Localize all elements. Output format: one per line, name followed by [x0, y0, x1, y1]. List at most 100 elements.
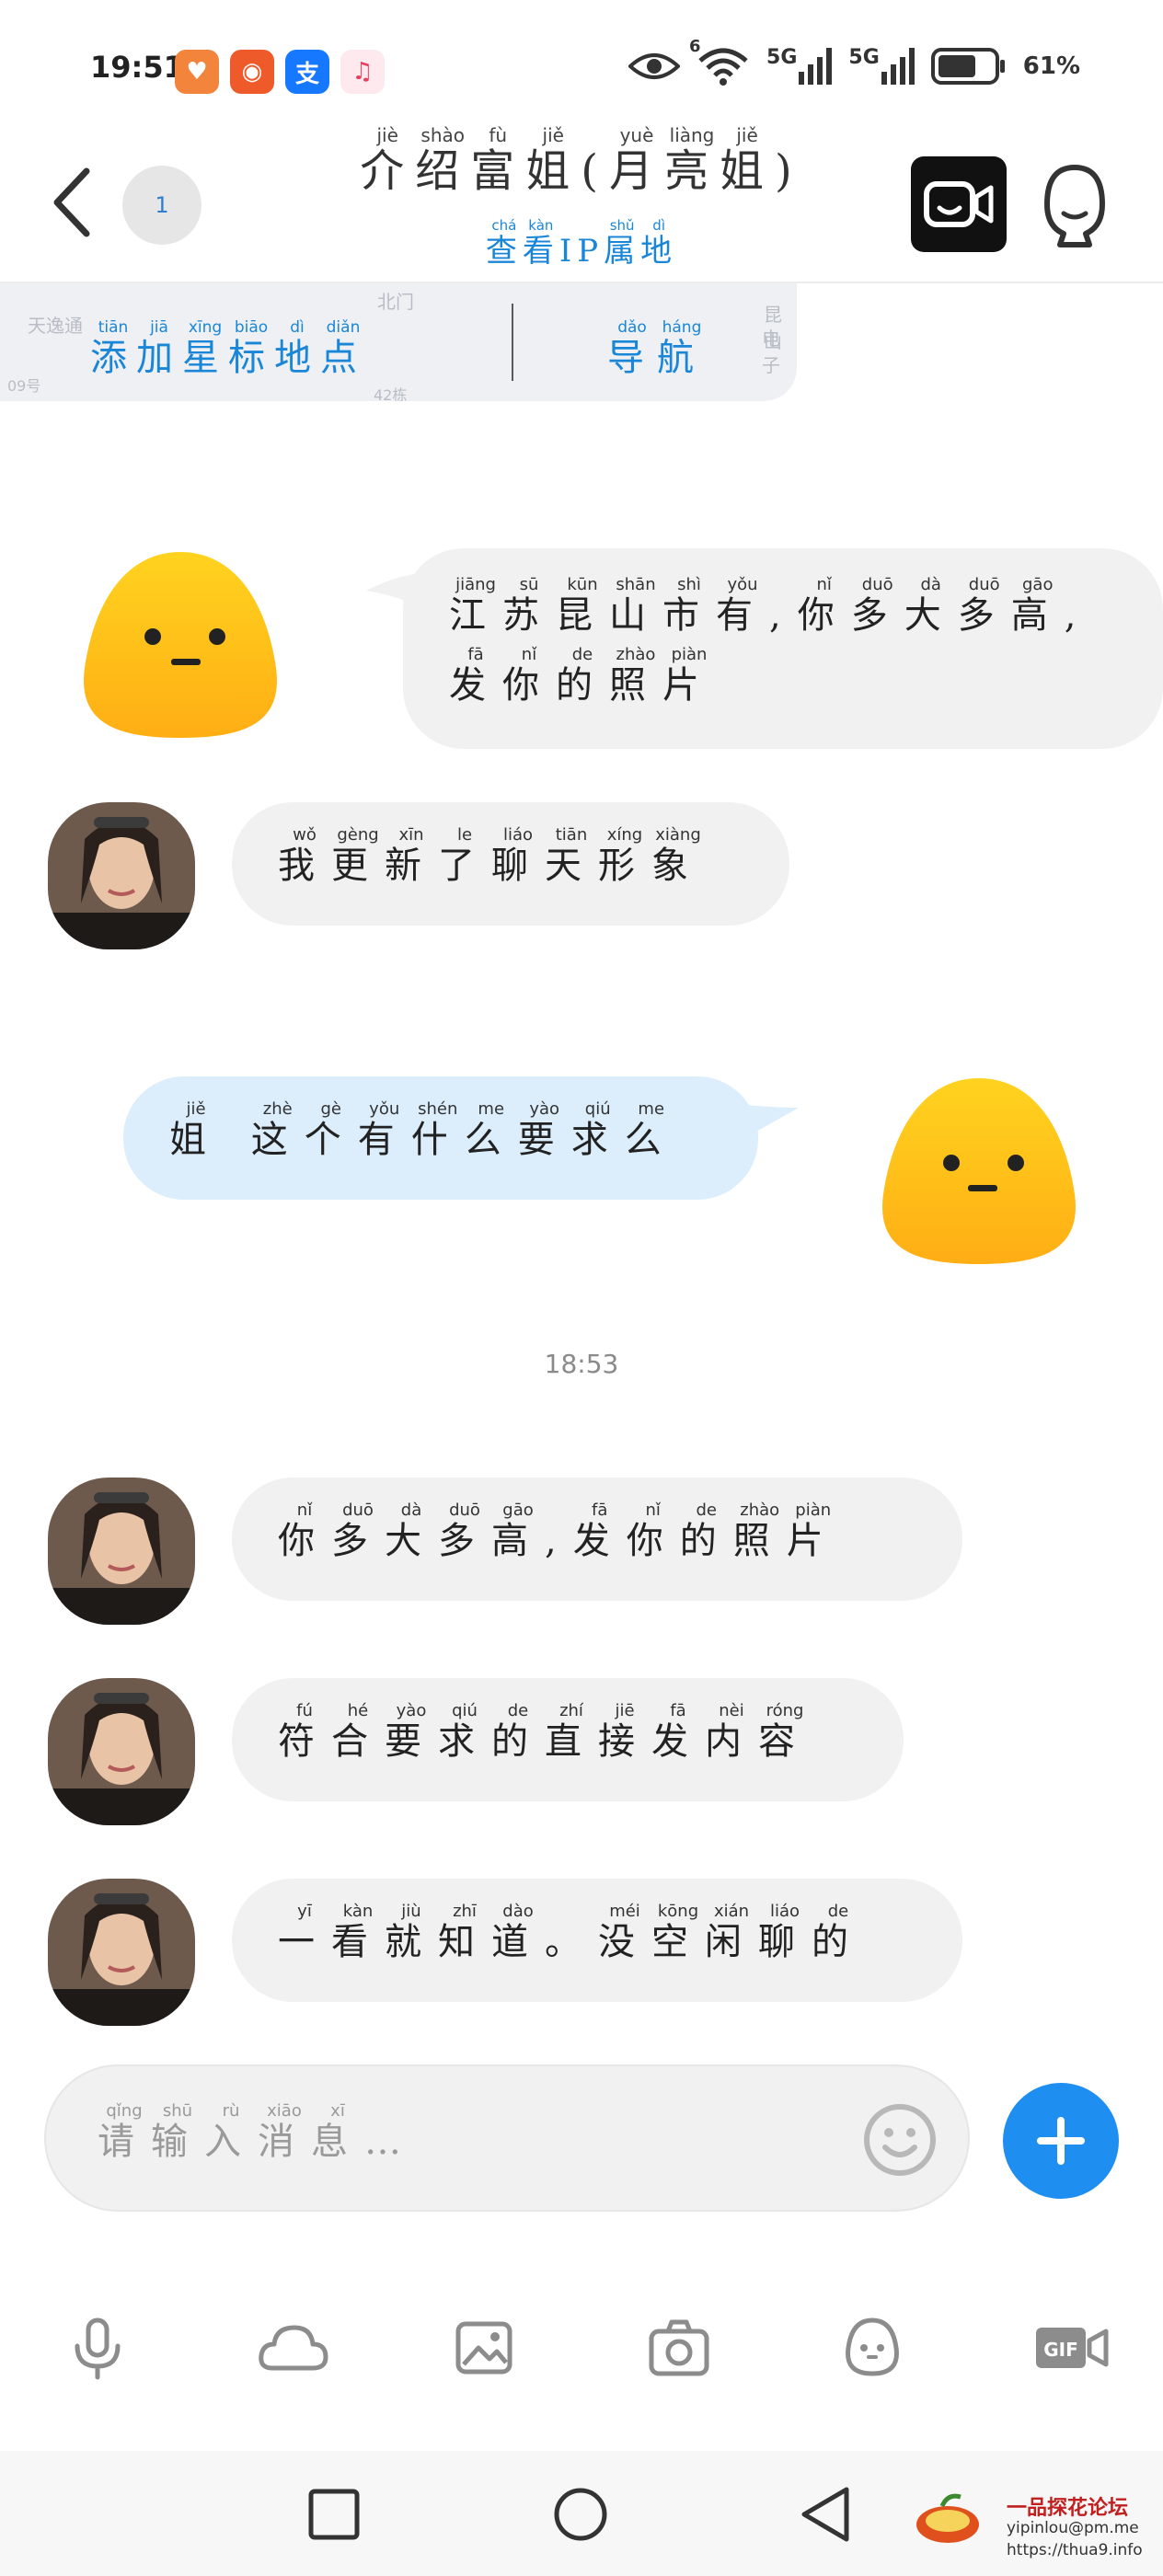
pinyin: yào: [385, 1701, 438, 1720]
contact-avatar[interactable]: [48, 802, 195, 949]
pinyin: nǐ: [626, 1501, 680, 1520]
pinyin: piàn: [786, 1501, 840, 1520]
ruby-char: 添tiān: [90, 318, 136, 379]
message-bubble[interactable]: 一yī看kàn就jiù知zhī道dào。 没méi空kōng闲xián聊liáo…: [232, 1879, 962, 2002]
pinyin: fā: [572, 1501, 627, 1520]
sender-avatar-blob[interactable]: [878, 1075, 1080, 1268]
ruby-char: 发fā: [651, 1701, 705, 1763]
message-timestamp: 18:53: [544, 1349, 619, 1379]
pinyin: wǒ: [278, 825, 331, 845]
pinyin: liáo: [758, 1902, 812, 1921]
network-label-1: 5G: [766, 46, 798, 69]
pinyin: zhí: [545, 1701, 598, 1720]
ruby-char: ): [775, 145, 803, 197]
profile-icon[interactable]: [1036, 158, 1113, 250]
image-icon[interactable]: [451, 2315, 517, 2381]
contact-avatar[interactable]: [48, 1478, 195, 1625]
ruby-char: 符fú: [278, 1701, 331, 1763]
ruby-char: 昆kūn: [556, 575, 609, 637]
map-label: 09号: [7, 377, 41, 395]
recent-apps-button[interactable]: [302, 2482, 366, 2547]
add-star-location-button[interactable]: 添tiān加jiā星xīng标biāo地dì点diǎn: [90, 318, 366, 381]
pinyin: zhī: [438, 1902, 491, 1921]
pinyin: xiàng: [651, 825, 705, 845]
navigate-button[interactable]: 导dǎo航háng: [607, 318, 707, 381]
emoji-icon[interactable]: [861, 2101, 938, 2179]
pinyin: xíng: [598, 825, 651, 845]
ruby-char: 就jiù: [385, 1902, 438, 1963]
pinyin: liàng: [664, 124, 720, 146]
pinyin: shān: [609, 575, 662, 594]
gif-icon[interactable]: GIF: [1032, 2315, 1110, 2381]
pinyin: [769, 575, 798, 594]
location-map-card[interactable]: 天逸通 北门 42栋 昆山 电子 09号 添tiān加jiā星xīng标biāo…: [0, 283, 797, 401]
ruby-char: 姐jiě: [720, 124, 776, 197]
ruby-char: ,: [769, 594, 798, 637]
message-text: 一yī看kàn就jiù知zhī道dào。 没méi空kōng闲xián聊liáo…: [278, 1902, 865, 1977]
ruby-char: 象xiàng: [651, 825, 705, 887]
ruby-char: 大dà: [385, 1501, 438, 1562]
pinyin: le: [438, 825, 491, 845]
message-bubble[interactable]: 江jiāng苏sū昆kūn山shān市shì有yǒu, 你nǐ多duō大dà多d…: [403, 548, 1163, 749]
sender-avatar-blob[interactable]: [79, 548, 282, 742]
message-bubble[interactable]: 你nǐ多duō大dà多duō高gāo, 发fā你nǐ的de照zhào片piàn: [232, 1478, 962, 1601]
home-button[interactable]: [548, 2482, 613, 2547]
message-bubble[interactable]: 姐jiě 这zhè个gè有yǒu什shén么me要yào求qiú么me: [123, 1076, 758, 1200]
pinyin: dà: [385, 1501, 438, 1520]
ruby-char: 没méi: [598, 1902, 651, 1963]
ruby-char: 有yǒu: [357, 1099, 411, 1161]
ruby-char: 星xīng: [182, 318, 228, 379]
pinyin: fù: [470, 124, 526, 146]
ruby-char: 有yǒu: [716, 575, 769, 637]
camera-icon[interactable]: [646, 2315, 712, 2381]
ruby-char: 更gèng: [331, 825, 385, 887]
back-nav-button[interactable]: [795, 2482, 859, 2547]
ruby-char: 么me: [464, 1099, 518, 1161]
message-bubble[interactable]: 符fú合hé要yào求qiú的de直zhí接jiē发fā内nèi容róng: [232, 1678, 904, 1801]
ruby-char: 标biāo: [228, 318, 274, 379]
signal-bars-1-icon: [799, 48, 833, 85]
ruby-char: 多duō: [331, 1501, 385, 1562]
status-time: 19:51: [90, 50, 184, 85]
message-text: 你nǐ多duō大dà多duō高gāo, 发fā你nǐ的de照zhào片piàn: [278, 1501, 840, 1576]
pinyin: fú: [278, 1701, 331, 1720]
pinyin: dǎo: [607, 318, 657, 337]
pinyin: jiě: [720, 124, 776, 146]
pinyin: nǐ: [797, 575, 851, 594]
pinyin: shǔ: [604, 217, 641, 234]
ruby-char: 了le: [438, 825, 491, 887]
ruby-char: 聊liáo: [758, 1902, 812, 1963]
ruby-char: 息xī: [311, 2101, 364, 2163]
message-input[interactable]: 请qǐng输shū入rù消xiāo息xī…: [44, 2064, 970, 2212]
pinyin: shì: [662, 575, 716, 594]
pinyin: me: [624, 1099, 678, 1119]
ruby-char: 的de: [556, 645, 609, 707]
ruby-char: 输shū: [151, 2101, 204, 2163]
pinyin: gāo: [1010, 575, 1065, 594]
video-call-button[interactable]: [911, 156, 1007, 252]
pinyin: nǐ: [502, 645, 556, 664]
watermark: 一品探花论坛 yipinlou@pm.me https://thua9.info: [915, 2484, 1143, 2567]
ruby-char: 航háng: [657, 318, 707, 379]
map-card-divider: [512, 304, 513, 381]
ruby-char: 的de: [491, 1701, 545, 1763]
message-input-placeholder: 请qǐng输shū入rù消xiāo息xī…: [98, 2101, 418, 2165]
signal-bars-2-icon: [881, 48, 915, 85]
message-bubble[interactable]: 我wǒ更gèng新xīn了le聊liáo天tiān形xíng象xiàng: [232, 802, 789, 926]
watermark-line1: 一品探花论坛: [1007, 2497, 1129, 2520]
ruby-char: 绍shào: [415, 124, 471, 197]
pinyin: kàn: [331, 1902, 385, 1921]
ruby-char: 介jiè: [360, 124, 416, 197]
pinyin: [545, 1902, 598, 1921]
cloud-icon[interactable]: [258, 2315, 329, 2381]
contact-avatar[interactable]: [48, 1678, 195, 1825]
ruby-char: 空kōng: [651, 1902, 705, 1963]
add-button[interactable]: [1003, 2083, 1119, 2199]
pinyin: me: [464, 1099, 518, 1119]
ruby-char: 发fā: [572, 1501, 627, 1562]
microphone-icon[interactable]: [64, 2315, 131, 2381]
ruby-char: 加jiā: [136, 318, 182, 379]
signal-1: 5G: [766, 46, 833, 85]
sticker-icon[interactable]: [839, 2315, 905, 2381]
contact-avatar[interactable]: [48, 1879, 195, 2026]
